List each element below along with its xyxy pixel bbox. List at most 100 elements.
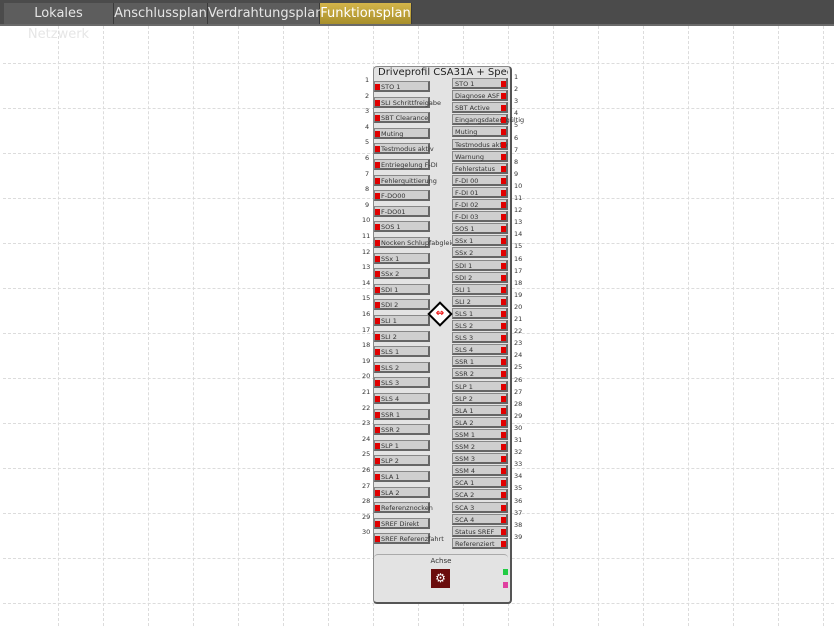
output-pin[interactable]: Muting bbox=[452, 126, 508, 138]
output-pin[interactable]: SLI 1 bbox=[452, 283, 508, 295]
input-pin[interactable]: SLS 1 bbox=[374, 346, 430, 358]
output-pin[interactable]: SSM 4 bbox=[452, 465, 508, 477]
pin-connector-icon[interactable] bbox=[501, 347, 506, 354]
tab-funktionsplan[interactable]: Funktionsplan bbox=[320, 3, 412, 24]
pin-connector-icon[interactable] bbox=[375, 427, 380, 434]
pin-connector-icon[interactable] bbox=[375, 520, 380, 527]
input-pin[interactable]: STO 1 bbox=[374, 81, 430, 92]
pin-connector-icon[interactable] bbox=[375, 84, 380, 90]
output-pin[interactable]: SLA 1 bbox=[452, 404, 508, 416]
pin-connector-icon[interactable] bbox=[501, 226, 506, 233]
input-pin[interactable]: SOS 1 bbox=[374, 221, 430, 233]
pin-connector-icon[interactable] bbox=[375, 411, 380, 418]
pin-connector-icon[interactable] bbox=[375, 240, 380, 246]
input-pin[interactable]: Testmodus aktiv bbox=[374, 143, 434, 155]
output-pin[interactable]: SCA 3 bbox=[452, 501, 508, 513]
pin-connector-icon[interactable] bbox=[375, 505, 380, 512]
pin-connector-icon[interactable] bbox=[375, 364, 380, 371]
output-pin[interactable]: Status SREF bbox=[452, 525, 508, 537]
output-pin[interactable]: SSM 3 bbox=[452, 453, 508, 465]
pin-connector-icon[interactable] bbox=[375, 302, 380, 309]
pin-connector-icon[interactable] bbox=[501, 492, 506, 499]
pin-connector-icon[interactable] bbox=[375, 442, 380, 449]
output-pin[interactable]: SCA 1 bbox=[452, 477, 508, 489]
pin-connector-icon[interactable] bbox=[375, 146, 380, 153]
output-pin[interactable]: Eingangsdaten gültig bbox=[452, 114, 524, 126]
pin-connector-icon[interactable] bbox=[501, 419, 506, 426]
pin-connector-icon[interactable] bbox=[501, 250, 506, 257]
output-pin[interactable]: SOS 1 bbox=[452, 223, 508, 235]
pin-connector-icon[interactable] bbox=[501, 202, 506, 208]
input-pin[interactable]: SSR 1 bbox=[374, 408, 430, 420]
pin-connector-icon[interactable] bbox=[501, 468, 506, 475]
pin-connector-icon[interactable] bbox=[501, 177, 506, 184]
pin-connector-icon[interactable] bbox=[501, 395, 506, 402]
pin-connector-icon[interactable] bbox=[501, 359, 506, 366]
input-pin[interactable]: SDI 1 bbox=[374, 283, 430, 295]
output-pin[interactable]: SSx 2 bbox=[452, 247, 508, 259]
pin-connector-icon[interactable] bbox=[375, 208, 380, 215]
input-pin[interactable]: F-DO01 bbox=[374, 205, 430, 217]
achse-port-green[interactable] bbox=[503, 569, 508, 575]
input-pin[interactable]: SLP 2 bbox=[374, 455, 430, 467]
input-pin[interactable]: SLI Schrittfreigabe bbox=[374, 96, 441, 108]
pin-connector-icon[interactable] bbox=[501, 310, 506, 317]
pin-connector-icon[interactable] bbox=[501, 262, 506, 269]
output-pin[interactable]: F-DI 02 bbox=[452, 199, 508, 210]
pin-connector-icon[interactable] bbox=[501, 504, 506, 511]
pin-connector-icon[interactable] bbox=[375, 193, 380, 200]
pin-connector-icon[interactable] bbox=[501, 528, 506, 535]
axis-drive-icon[interactable]: ⚙ bbox=[431, 569, 450, 588]
output-pin[interactable]: F-DI 00 bbox=[452, 174, 508, 186]
output-pin[interactable]: SDI 2 bbox=[452, 271, 508, 283]
input-pin[interactable]: Nocken Schlupfabgleich bbox=[374, 237, 459, 248]
output-pin[interactable]: SCA 4 bbox=[452, 513, 508, 525]
output-pin[interactable]: Warnung bbox=[452, 150, 508, 162]
output-pin[interactable]: SDI 1 bbox=[452, 259, 508, 271]
pin-connector-icon[interactable] bbox=[501, 189, 506, 196]
pin-connector-icon[interactable] bbox=[375, 255, 380, 262]
input-pin[interactable]: SSR 2 bbox=[374, 424, 430, 436]
pin-connector-icon[interactable] bbox=[375, 474, 380, 480]
output-pin[interactable]: Referenziert bbox=[452, 537, 508, 549]
pin-connector-icon[interactable] bbox=[375, 115, 380, 122]
input-pin[interactable]: SDI 2 bbox=[374, 299, 430, 311]
pin-connector-icon[interactable] bbox=[501, 516, 506, 523]
output-pin[interactable]: SLS 1 bbox=[452, 307, 508, 319]
input-pin[interactable]: F-DO00 bbox=[374, 190, 430, 202]
output-pin[interactable]: SLS 3 bbox=[452, 332, 508, 344]
pin-connector-icon[interactable] bbox=[501, 129, 506, 136]
pin-connector-icon[interactable] bbox=[501, 93, 506, 100]
output-pin[interactable]: SLP 1 bbox=[452, 380, 508, 392]
output-pin[interactable]: SSR 1 bbox=[452, 356, 508, 368]
pin-connector-icon[interactable] bbox=[375, 318, 380, 324]
pin-connector-icon[interactable] bbox=[501, 444, 506, 450]
pin-connector-icon[interactable] bbox=[501, 105, 506, 112]
input-pin[interactable]: SBT Clearance bbox=[374, 112, 430, 124]
pin-connector-icon[interactable] bbox=[375, 224, 380, 231]
input-pin[interactable]: Referenznocken bbox=[374, 502, 433, 514]
input-pin[interactable]: SLA 2 bbox=[374, 486, 430, 498]
output-pin[interactable]: SLI 2 bbox=[452, 295, 508, 307]
input-pin[interactable]: SLI 2 bbox=[374, 330, 430, 342]
pin-connector-icon[interactable] bbox=[501, 238, 506, 245]
pin-connector-icon[interactable] bbox=[501, 165, 506, 172]
output-pin[interactable]: Fehlerstatus bbox=[452, 162, 508, 174]
pin-connector-icon[interactable] bbox=[501, 383, 506, 390]
pin-connector-icon[interactable] bbox=[501, 274, 506, 281]
pin-connector-icon[interactable] bbox=[375, 396, 380, 402]
pin-connector-icon[interactable] bbox=[375, 99, 380, 106]
tab-verdrahtungsplan[interactable]: Verdrahtungsplan bbox=[208, 3, 323, 24]
output-pin[interactable]: F-DI 01 bbox=[452, 186, 508, 198]
pin-connector-icon[interactable] bbox=[501, 456, 506, 463]
output-pin[interactable]: SSM 2 bbox=[452, 441, 508, 452]
pin-connector-icon[interactable] bbox=[501, 371, 506, 378]
output-pin[interactable]: F-DI 03 bbox=[452, 211, 508, 223]
input-pin[interactable]: SLS 3 bbox=[374, 377, 430, 389]
pin-connector-icon[interactable] bbox=[501, 141, 506, 148]
input-pin[interactable]: SLA 1 bbox=[374, 471, 430, 482]
output-pin[interactable]: SBT Active bbox=[452, 102, 508, 114]
pin-connector-icon[interactable] bbox=[375, 162, 380, 168]
output-pin[interactable]: SLS 4 bbox=[452, 344, 508, 356]
pin-connector-icon[interactable] bbox=[501, 153, 506, 160]
